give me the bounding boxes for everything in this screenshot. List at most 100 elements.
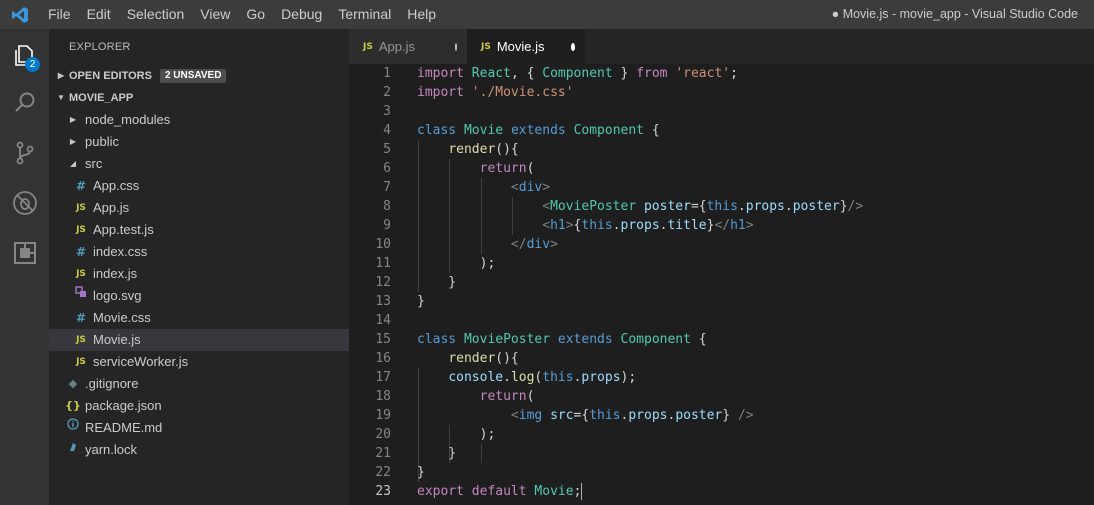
code-line[interactable]: 7 <div> [349,178,1094,197]
code-line[interactable]: 13} [349,292,1094,311]
line-number: 12 [375,275,391,290]
tree-item-serviceworker-js[interactable]: JS serviceWorker.js [49,351,349,373]
tree-item-movie-css[interactable]: # Movie.css [49,307,349,329]
line-number: 8 [383,199,391,214]
tree-item-package-json[interactable]: {} package.json [49,395,349,417]
code-editor[interactable]: 1 import React, { Component } from 'react… [349,64,1094,505]
explorer-icon[interactable]: 2 [0,31,49,79]
code-line[interactable]: 20 ); [349,425,1094,444]
title-bar: File Edit Selection View Go Debug Termin… [0,0,1094,29]
tab-movie-js[interactable]: JS Movie.js [467,29,585,64]
code-line[interactable]: 8 <MoviePoster poster={this.props.poster… [349,197,1094,216]
css-file-icon: # [75,311,87,325]
tab-app-js[interactable]: JS App.js [349,29,467,64]
tree-item-label: App.js [93,200,130,215]
line-number: 10 [375,237,391,252]
code-line[interactable]: 23 export default Movie; [349,482,1094,501]
code-text: import './Movie.css' [417,85,574,100]
code-text: import React, { Component } from 'react'… [417,66,738,81]
menu-terminal[interactable]: Terminal [330,0,399,29]
chevron-right-icon: ▶ [57,71,65,80]
tree-item-label: App.test.js [93,222,154,237]
tree-item-src[interactable]: ◢ src [49,153,349,175]
chevron-right-icon: ▶ [69,137,77,146]
code-line[interactable]: 4 class Movie extends Component { [349,121,1094,140]
line-number: 7 [383,180,391,195]
tree-item-yarn-lock[interactable]: yarn.lock [49,439,349,461]
tree-item-index-js[interactable]: JS index.js [49,263,349,285]
code-line[interactable]: 16 render(){ [349,349,1094,368]
code-line[interactable]: 3 [349,102,1094,121]
vscode-logo-icon [0,0,40,29]
css-file-icon: # [75,179,87,193]
code-text: } [417,446,457,461]
code-text: ); [417,427,496,442]
code-line[interactable]: 21 } [349,444,1094,463]
menu-view[interactable]: View [192,0,238,29]
line-number: 4 [383,123,391,138]
project-section[interactable]: ▼ MOVIE_APP [49,87,349,109]
code-text: class MoviePoster extends Component { [417,332,707,347]
search-icon[interactable] [0,79,49,127]
line-number: 2 [383,85,391,100]
menu-help[interactable]: Help [399,0,444,29]
source-control-icon[interactable] [0,129,49,177]
code-line[interactable]: 18 return( [349,387,1094,406]
tree-item-index-css[interactable]: # index.css [49,241,349,263]
line-number: 19 [375,408,391,423]
menu-selection[interactable]: Selection [119,0,193,29]
code-text: </div> [510,237,558,252]
code-text: render(){ [448,142,519,157]
tree-item-readme-md[interactable]: README.md [49,417,349,439]
code-line[interactable]: 14 [349,311,1094,330]
code-line[interactable]: 22} [349,463,1094,482]
code-line[interactable]: 10 </div> [349,235,1094,254]
tree-item-app-test-js[interactable]: JS App.test.js [49,219,349,241]
debug-icon[interactable] [0,179,49,227]
info-icon [65,417,81,439]
code-line[interactable]: 1 import React, { Component } from 'react… [349,64,1094,83]
extensions-icon[interactable] [0,229,49,277]
css-file-icon: # [75,245,87,259]
chevron-right-icon: ▶ [69,115,77,124]
tree-item-label: logo.svg [93,288,142,303]
tree-item-public[interactable]: ▶ public [49,131,349,153]
tree-item-label: App.css [93,178,140,193]
menu-go[interactable]: Go [238,0,273,29]
tree-item-node-modules[interactable]: ▶ node_modules [49,109,349,131]
js-file-icon: JS [76,269,86,279]
window-title: ● Movie.js - movie_app - Visual Studio C… [831,7,1078,21]
chevron-down-icon: ◢ [69,159,77,168]
explorer-sidebar: EXPLORER ▶ OPEN EDITORS 2 UNSAVED ▼ MOVI… [49,29,349,505]
line-number: 13 [375,294,391,309]
menu-edit[interactable]: Edit [79,0,119,29]
code-line[interactable]: 5 render(){ [349,140,1094,159]
code-line[interactable]: 19 <img src={this.props.poster} /> [349,406,1094,425]
code-line[interactable]: 17 console.log(this.props); [349,368,1094,387]
tree-item-gitignore[interactable]: ◆ .gitignore [49,373,349,395]
js-file-icon: JS [481,41,491,52]
open-editors-section[interactable]: ▶ OPEN EDITORS 2 UNSAVED [49,65,349,87]
code-line[interactable]: 9 <h1>{this.props.title}</h1> [349,216,1094,235]
unsaved-dot-icon[interactable] [454,42,457,51]
line-number: 1 [383,66,391,81]
editor-tabs: JS App.js JS Movie.js [349,29,1094,64]
menu-file[interactable]: File [40,0,79,29]
code-line[interactable]: 15 class MoviePoster extends Component { [349,330,1094,349]
code-line[interactable]: 6 return( [349,159,1094,178]
tree-item-app-js[interactable]: JS App.js [49,197,349,219]
unsaved-dot-icon[interactable] [570,42,575,51]
tree-item-app-css[interactable]: # App.css [49,175,349,197]
code-line[interactable]: 11 ); [349,254,1094,273]
tree-item-label: Movie.js [93,332,141,347]
menu-debug[interactable]: Debug [273,0,330,29]
tree-item-movie-js[interactable]: JS Movie.js [49,329,349,351]
tree-item-logo-svg[interactable]: logo.svg [49,285,349,307]
line-number: 23 [375,484,391,499]
tab-label: App.js [378,39,415,54]
code-line[interactable]: 12 } [349,273,1094,292]
unsaved-badge: 2 UNSAVED [159,69,227,83]
code-text: console.log(this.props); [448,370,637,385]
json-file-icon: {} [65,399,81,412]
code-line[interactable]: 2 import './Movie.css' [349,83,1094,102]
